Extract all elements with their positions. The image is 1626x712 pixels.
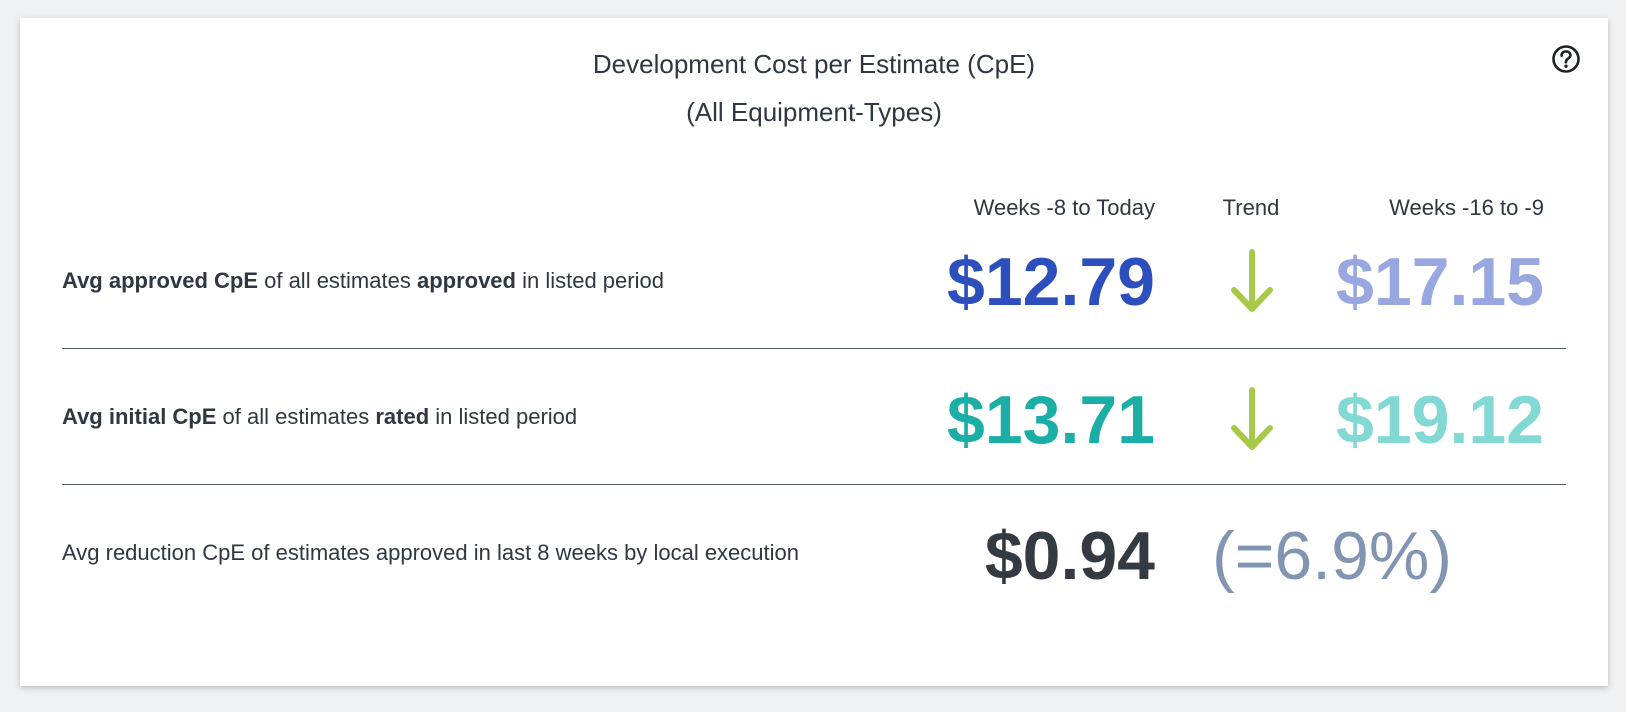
row-approved-previous-value: $17.15	[1336, 244, 1544, 320]
row-initial-label: Avg initial CpE of all estimates rated i…	[62, 400, 577, 434]
row-approved-current-value: $12.79	[947, 244, 1155, 320]
row-divider	[62, 484, 1566, 485]
arrow-down-icon	[1231, 387, 1273, 450]
row-initial-label-suffix: in listed period	[429, 404, 578, 429]
question-circle-icon[interactable]	[1551, 44, 1581, 74]
arrow-down-icon	[1231, 249, 1273, 312]
column-header-current: Weeks -8 to Today	[973, 195, 1155, 220]
row-initial-label-bold-2: rated	[375, 404, 430, 429]
row-approved-label-mid: of all estimates	[258, 268, 417, 293]
column-header-previous: Weeks -16 to -9	[1389, 195, 1544, 220]
row-initial-current-value: $13.71	[947, 382, 1155, 458]
row-approved-label: Avg approved CpE of all estimates approv…	[62, 264, 664, 298]
row-approved-label-bold-2: approved	[416, 268, 516, 293]
row-initial-label-mid: of all estimates	[216, 404, 376, 429]
reduction-percent: (=6.9%)	[1212, 518, 1452, 594]
row-divider	[62, 348, 1566, 349]
column-header-trend: Trend	[1222, 195, 1280, 220]
row-initial-label-bold-1: Avg initial CpE	[62, 404, 217, 429]
card-title: Development Cost per Estimate (CpE) (All…	[20, 40, 1608, 136]
reduction-label: Avg reduction CpE of estimates approved …	[62, 540, 799, 565]
reduction-amount: $0.94	[984, 518, 1155, 594]
title-line-2: (All Equipment-Types)	[686, 97, 942, 127]
row-approved-label-suffix: in listed period	[515, 268, 664, 293]
row-approved-label-bold-1: Avg approved CpE	[62, 268, 258, 293]
title-line-1: Development Cost per Estimate (CpE)	[592, 49, 1036, 79]
cpe-card: Development Cost per Estimate (CpE) (All…	[20, 18, 1608, 686]
row-initial-previous-value: $19.12	[1336, 382, 1544, 458]
